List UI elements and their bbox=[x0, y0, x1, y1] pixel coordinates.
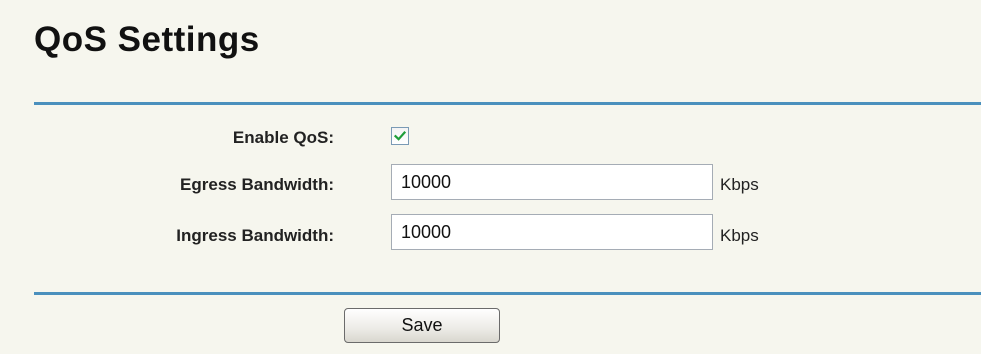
enable-qos-label: Enable QoS: bbox=[232, 128, 334, 147]
egress-bandwidth-unit: Kbps bbox=[720, 175, 759, 194]
ingress-bandwidth-input[interactable] bbox=[391, 214, 713, 250]
page-title: QoS Settings bbox=[34, 20, 260, 59]
ingress-bandwidth-unit: Kbps bbox=[720, 226, 759, 245]
egress-bandwidth-input[interactable] bbox=[391, 164, 713, 200]
bottom-divider bbox=[34, 292, 981, 295]
save-button[interactable]: Save bbox=[344, 308, 500, 343]
ingress-bandwidth-label: Ingress Bandwidth: bbox=[176, 226, 334, 245]
top-divider bbox=[34, 102, 981, 105]
qos-settings-panel: QoS Settings Enable QoS: Egress Bandwidt… bbox=[0, 0, 981, 354]
enable-qos-checkbox[interactable] bbox=[391, 127, 409, 145]
checkmark-icon bbox=[393, 131, 407, 141]
egress-bandwidth-label: Egress Bandwidth: bbox=[180, 175, 334, 194]
